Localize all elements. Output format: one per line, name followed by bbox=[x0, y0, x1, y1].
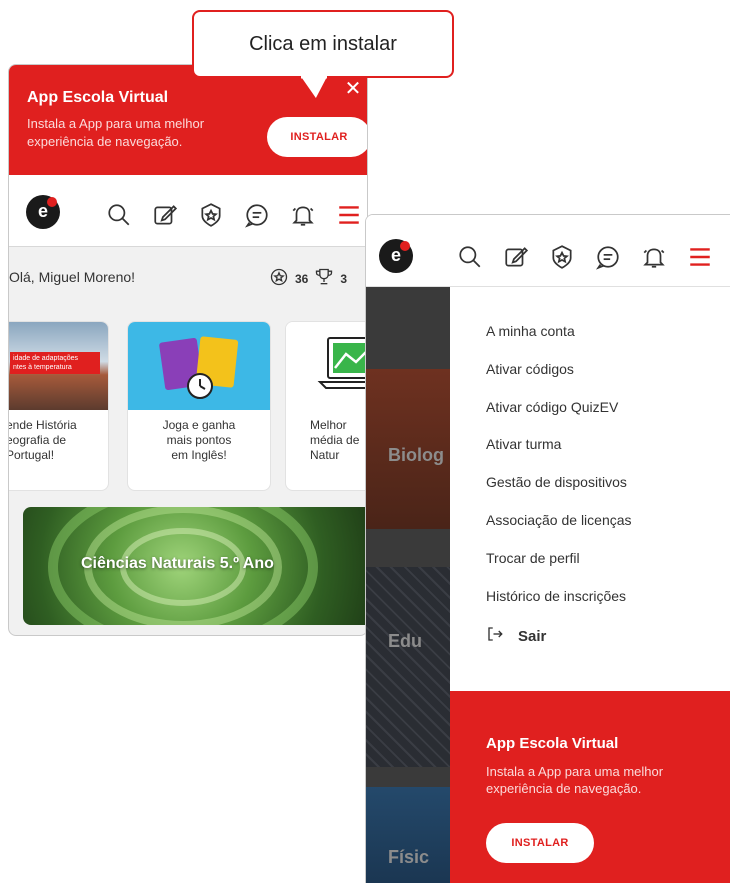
banner-title: App Escola Virtual bbox=[486, 735, 619, 752]
card-thumbnail-laptop-chart bbox=[286, 322, 367, 410]
escola-virtual-logo[interactable]: e bbox=[26, 195, 60, 229]
banner-description: Instala a App para uma melhor experiênci… bbox=[486, 764, 664, 796]
account-menu-list: A minha conta Ativar códigos Ativar códi… bbox=[486, 321, 632, 623]
background-tile-label: Físic bbox=[388, 847, 430, 867]
hero-title: Ciências Naturais 5.º Ano bbox=[81, 555, 274, 572]
dimmed-background-content: Biolog Edu Físic bbox=[366, 287, 450, 883]
logo-dot bbox=[47, 197, 57, 207]
install-button[interactable]: INSTALAR bbox=[486, 823, 594, 863]
menu-item-activate-class[interactable]: Ativar turma bbox=[486, 434, 632, 472]
badge-icon[interactable] bbox=[197, 201, 225, 229]
card-thumbnail-quiz bbox=[128, 322, 270, 410]
card-caption: ende História eografia de Portugal! bbox=[8, 418, 77, 462]
logout-icon bbox=[486, 625, 504, 647]
background-tile bbox=[366, 787, 450, 883]
edit-icon[interactable] bbox=[502, 243, 530, 271]
top-navigation-bar: e bbox=[366, 215, 730, 287]
badges-count: 36 bbox=[295, 271, 309, 286]
menu-icon[interactable] bbox=[335, 201, 363, 229]
callout-pointer bbox=[299, 76, 329, 102]
menu-item-license-association[interactable]: Associação de licenças bbox=[486, 510, 632, 548]
phone-screen-menu: e Biolog Edu Físic A minha conta Ativar … bbox=[365, 214, 730, 883]
user-stats[interactable]: 36 3 bbox=[269, 267, 347, 290]
greeting-text: Olá, Miguel Moreno! bbox=[9, 269, 136, 285]
logo-dot bbox=[400, 241, 410, 251]
badge-icon[interactable] bbox=[548, 243, 576, 271]
search-icon[interactable] bbox=[456, 243, 484, 271]
menu-icon[interactable] bbox=[686, 243, 714, 271]
carousel-card[interactable]: idade de adaptações ntes à temperatura e… bbox=[8, 321, 109, 491]
search-icon[interactable] bbox=[105, 201, 133, 229]
install-app-banner-menu: App Escola Virtual Instala a App para um… bbox=[450, 691, 730, 883]
course-hero-card[interactable]: Ciências Naturais 5.º Ano bbox=[23, 507, 367, 625]
background-tile-label: Biolog bbox=[388, 445, 444, 465]
header-icons bbox=[105, 201, 363, 229]
top-navigation-bar: e bbox=[9, 175, 367, 247]
instruction-callout: Clica em instalar bbox=[192, 10, 454, 78]
carousel-card[interactable]: Joga e ganha mais pontos em Inglês! bbox=[127, 321, 271, 491]
install-button[interactable]: INSTALAR bbox=[267, 117, 367, 157]
card-caption: Joga e ganha mais pontos em Inglês! bbox=[162, 418, 236, 462]
chat-icon[interactable] bbox=[243, 201, 271, 229]
menu-item-activate-quizev-code[interactable]: Ativar código QuizEV bbox=[486, 397, 632, 435]
close-icon[interactable]: ✕ bbox=[343, 79, 363, 99]
card-caption: Melhor média de Natur bbox=[310, 418, 360, 462]
edit-icon[interactable] bbox=[151, 201, 179, 229]
escola-virtual-logo[interactable]: e bbox=[379, 239, 413, 273]
bell-icon[interactable] bbox=[289, 201, 317, 229]
banner-description: Instala a App para uma melhor experiênci… bbox=[27, 116, 205, 149]
menu-item-switch-profile[interactable]: Trocar de perfil bbox=[486, 548, 632, 586]
phone-screen-home: App Escola Virtual Instala a App para um… bbox=[8, 64, 368, 636]
greeting-row: Olá, Miguel Moreno! 36 3 bbox=[9, 247, 367, 305]
menu-item-activate-codes[interactable]: Ativar códigos bbox=[486, 359, 632, 397]
menu-item-enrollment-history[interactable]: Histórico de inscrições bbox=[486, 586, 632, 624]
header-icons bbox=[456, 243, 714, 271]
trophy-icon bbox=[314, 267, 334, 290]
background-tile bbox=[366, 567, 450, 767]
carousel-card[interactable]: Melhor média de Natur bbox=[285, 321, 367, 491]
chat-icon[interactable] bbox=[594, 243, 622, 271]
menu-item-my-account[interactable]: A minha conta bbox=[486, 321, 632, 359]
logout-button[interactable]: Sair bbox=[486, 625, 546, 647]
banner-title: App Escola Virtual bbox=[27, 89, 169, 106]
callout-text: Clica em instalar bbox=[249, 32, 397, 55]
card-thumbnail-winter-forest: idade de adaptações ntes à temperatura bbox=[9, 322, 108, 410]
card-tag: idade de adaptações ntes à temperatura bbox=[10, 352, 100, 374]
content-carousel: idade de adaptações ntes à temperatura e… bbox=[9, 321, 367, 491]
bell-icon[interactable] bbox=[640, 243, 668, 271]
logout-label: Sair bbox=[518, 627, 547, 645]
account-menu-panel: A minha conta Ativar códigos Ativar códi… bbox=[450, 287, 730, 883]
background-tile-label: Edu bbox=[388, 631, 422, 651]
menu-item-device-management[interactable]: Gestão de dispositivos bbox=[486, 472, 632, 510]
badge-count-icon bbox=[269, 267, 289, 290]
trophies-count: 3 bbox=[340, 271, 348, 286]
